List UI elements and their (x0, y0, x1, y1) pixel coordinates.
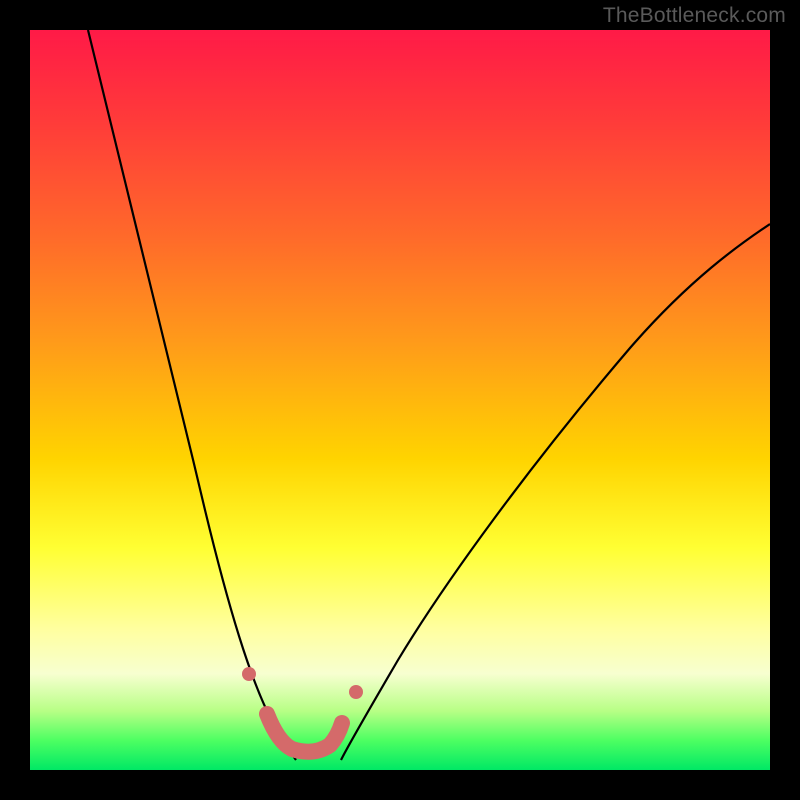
right-curve (341, 224, 770, 760)
marker-dot-left (242, 667, 256, 681)
curve-svg (30, 30, 770, 770)
chart-frame: TheBottleneck.com (0, 0, 800, 800)
plot-area (30, 30, 770, 770)
marker-path (267, 714, 342, 752)
watermark-text: TheBottleneck.com (603, 4, 786, 28)
marker-dot-right (349, 685, 363, 699)
left-curve (88, 30, 296, 760)
